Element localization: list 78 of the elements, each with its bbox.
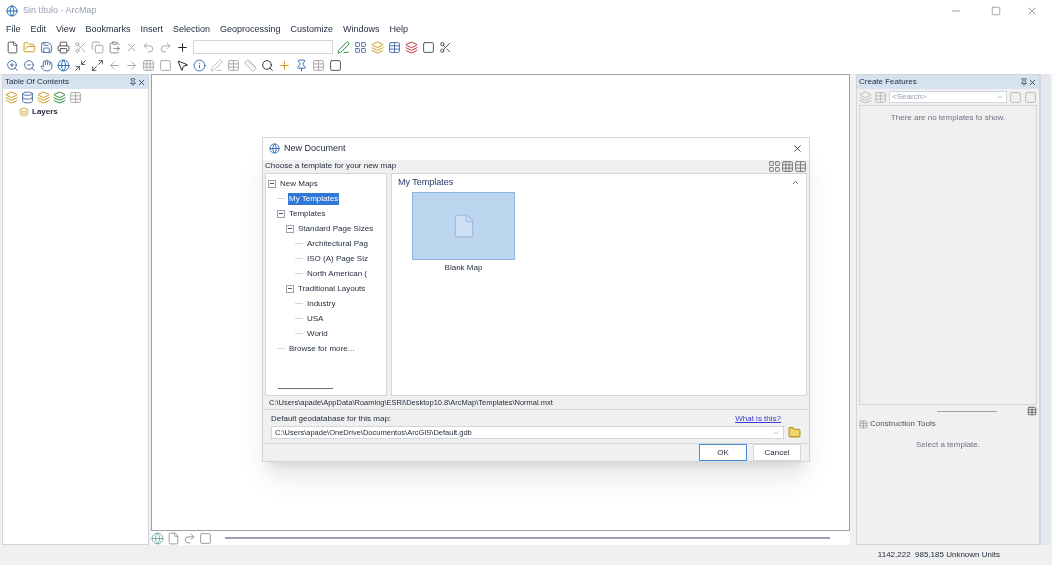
section-title: My Templates [398,176,455,190]
view-icon[interactable] [768,159,781,173]
panel-title: Create Features [859,76,918,88]
pin-icon[interactable] [1020,78,1028,86]
menu-item[interactable]: Edit [30,23,47,37]
expand-toggle-icon[interactable] [277,209,285,218]
zoom-in-icon[interactable] [6,58,19,72]
tree-item[interactable]: Browse for more... [288,342,356,355]
close-icon[interactable] [137,77,146,87]
horizontal-scrollbar[interactable] [278,388,333,390]
tree-item[interactable]: Industry [306,297,337,310]
section-title: Construction Tools [870,418,936,430]
app-logo-icon [269,143,280,155]
tree-item[interactable]: USA [306,312,325,325]
layers-icon [19,107,29,117]
tree-item[interactable]: New Maps [279,177,319,190]
expand-toggle-icon[interactable] [268,179,276,188]
full-extent-icon[interactable] [57,58,70,72]
undo-icon[interactable] [142,40,155,54]
print-icon[interactable] [57,40,70,54]
identify-icon[interactable] [193,58,206,72]
tree-item[interactable]: World [306,327,329,340]
folder-icon[interactable] [23,40,36,54]
menu-item[interactable]: Selection [172,23,210,37]
menu-item[interactable]: Geoprocessing [219,23,281,37]
expand-toggle-icon[interactable] [286,224,294,233]
view-icon[interactable] [794,159,807,173]
prompt-text: Choose a template for your new map [265,160,398,173]
pan-icon[interactable] [40,58,53,72]
horizontal-scrollbar[interactable] [225,537,830,539]
window-title: Sin título - ArcMap [23,4,97,18]
help-link[interactable]: What is this? [735,413,781,425]
folder-icon[interactable] [788,426,801,439]
menu-item[interactable]: Customize [290,23,333,37]
refresh-icon[interactable] [183,531,196,545]
menu-item[interactable]: Windows [343,23,380,37]
table-icon[interactable] [388,40,401,54]
pen-icon[interactable] [337,40,350,54]
zoom-out-icon[interactable] [23,58,36,72]
layers-icon[interactable] [371,40,384,54]
restore-icon[interactable] [991,6,1001,16]
coordinates-text: 1142,222 985,185 Unknown Units [877,549,1000,561]
empty-message: There are no templates to show. [890,112,1006,124]
tree-item[interactable]: North American ( [306,267,369,280]
close-icon[interactable] [1028,77,1037,87]
hint-text: Select a template. [915,439,980,451]
tree-item[interactable]: Standard Page Sizes [297,222,375,235]
tree-item[interactable]: ISO (A) Page Siz [306,252,369,265]
tree-item[interactable]: Traditional Layouts [297,282,367,295]
find-icon[interactable] [261,58,274,72]
menu-item[interactable]: File [6,23,21,37]
forward-icon[interactable] [125,58,138,72]
layer-group[interactable]: Layers [32,106,58,118]
menu-item[interactable]: Insert [140,23,163,37]
tree-item[interactable]: My Templates [288,192,340,205]
close-icon[interactable] [792,143,803,155]
panel-title: Table Of Contents [5,76,71,88]
paste-icon[interactable] [108,40,121,54]
template-thumbnail[interactable] [412,191,515,260]
add-data-icon[interactable] [176,40,189,54]
menu-item[interactable]: Bookmarks [85,23,131,37]
pin-icon[interactable] [129,78,137,86]
app-logo-icon [6,5,18,17]
expand-toggle-icon[interactable] [286,284,294,293]
scale-field[interactable] [193,40,333,54]
field-label: Default geodatabase for this map: [271,413,393,425]
menu-item[interactable]: View [56,23,76,37]
template-label: Blank Map [444,261,483,274]
new-file-icon[interactable] [6,40,19,54]
dialog-title: New Document [284,142,347,155]
view-icon[interactable] [781,159,794,173]
pointer-icon[interactable] [176,58,189,72]
tree-item[interactable]: Templates [288,207,327,220]
save-icon[interactable] [40,40,53,54]
cancel-button[interactable]: Cancel [753,444,801,461]
menu-item[interactable]: Help [389,23,409,37]
ok-button[interactable]: OK [699,444,747,461]
tree-item[interactable]: Architectural Pag [306,237,369,250]
